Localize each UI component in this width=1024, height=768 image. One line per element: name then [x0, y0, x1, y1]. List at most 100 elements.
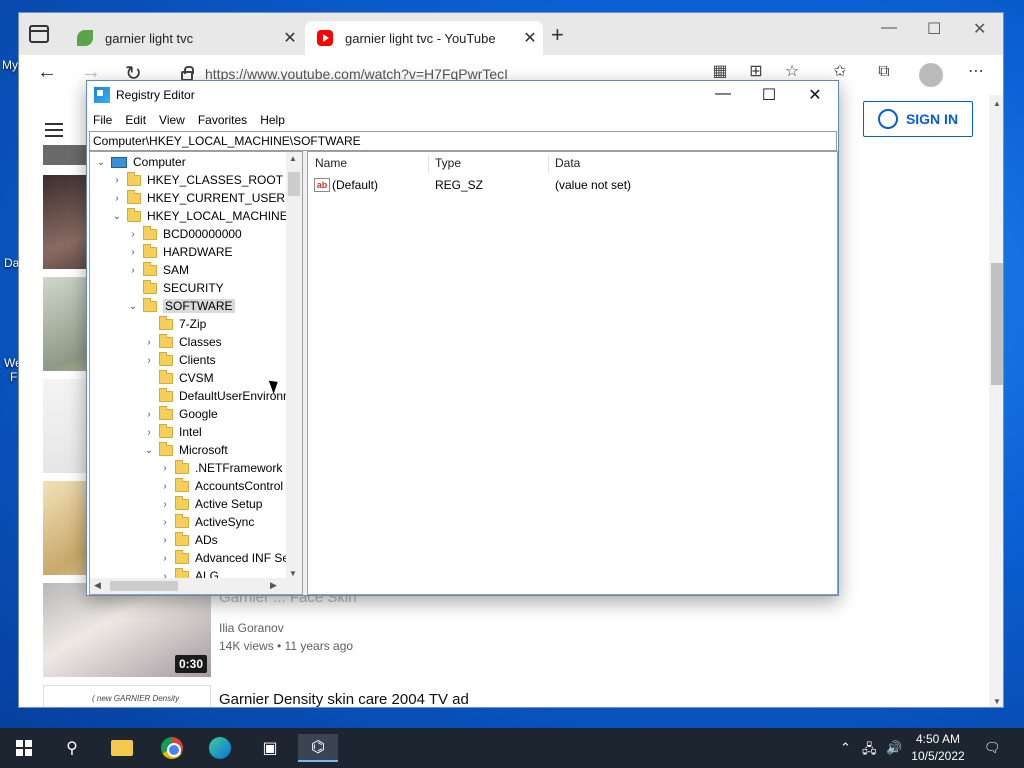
apps-icon[interactable]: ⊞: [747, 63, 765, 81]
expand-icon[interactable]: ›: [143, 409, 155, 420]
value-row[interactable]: ab (Default): [314, 178, 378, 192]
profile-avatar[interactable]: [919, 63, 943, 87]
tree-node[interactable]: DefaultUserEnvironn: [143, 387, 290, 405]
tree-node[interactable]: ⌄ Microsoft: [143, 441, 228, 459]
expand-icon[interactable]: ›: [127, 247, 139, 258]
more-options-icon[interactable]: ⋯: [967, 63, 985, 81]
maximize-icon[interactable]: ☐: [746, 85, 792, 105]
file-explorer-button[interactable]: [102, 734, 142, 762]
notifications-icon[interactable]: 🗨: [984, 740, 1001, 756]
scroll-down-icon[interactable]: ▼: [993, 697, 1001, 706]
scroll-right-icon[interactable]: ▶: [270, 580, 277, 591]
column-header-data[interactable]: Data: [555, 156, 580, 170]
expand-icon[interactable]: ›: [159, 463, 171, 474]
tree-horizontal-scrollbar[interactable]: ◀ ▶: [90, 578, 302, 594]
new-tab-icon[interactable]: +: [551, 24, 564, 46]
collections-icon[interactable]: ⧉: [875, 63, 893, 81]
tree-node[interactable]: ⌄ HKEY_LOCAL_MACHINE: [111, 207, 288, 225]
menu-favorites[interactable]: Favorites: [198, 113, 247, 127]
column-header-type[interactable]: Type: [435, 156, 461, 170]
menu-icon[interactable]: [45, 123, 63, 137]
search-icon[interactable]: ⚲: [52, 734, 92, 762]
chevron-up-icon[interactable]: ⌃: [840, 740, 851, 756]
tree-node[interactable]: › HKEY_CURRENT_USER: [111, 189, 285, 207]
desktop-icon-label[interactable]: F: [10, 370, 17, 384]
collapse-icon[interactable]: ⌄: [127, 301, 139, 312]
expand-icon[interactable]: ›: [127, 265, 139, 276]
expand-icon[interactable]: ›: [143, 427, 155, 438]
tree-node[interactable]: › Active Setup: [159, 495, 262, 513]
tree-node[interactable]: ⌄ SOFTWARE: [127, 297, 235, 315]
collapse-icon[interactable]: ⌄: [111, 211, 123, 222]
expand-icon[interactable]: ›: [143, 337, 155, 348]
column-divider[interactable]: [548, 154, 549, 174]
maximize-icon[interactable]: ☐: [927, 19, 941, 39]
tree-node[interactable]: › AccountsControl: [159, 477, 283, 495]
tree-node[interactable]: › ADs: [159, 531, 218, 549]
title-bar[interactable]: Registry Editor — ☐ ✕: [87, 81, 838, 109]
chrome-button[interactable]: [152, 734, 192, 762]
video-thumbnail[interactable]: ( new GARNIER Density: [43, 685, 211, 707]
video-channel[interactable]: Ilia Goranov: [219, 621, 284, 635]
expand-icon[interactable]: ›: [111, 193, 123, 204]
close-icon[interactable]: ✕: [973, 19, 986, 39]
expand-icon[interactable]: ›: [159, 553, 171, 564]
registry-editor-taskbar-button[interactable]: ⌬: [298, 734, 338, 762]
menu-help[interactable]: Help: [260, 113, 285, 127]
expand-icon[interactable]: ›: [111, 175, 123, 186]
tree-node[interactable]: › Intel: [143, 423, 202, 441]
tree-node[interactable]: 7-Zip: [143, 315, 206, 333]
app-button[interactable]: ▣: [250, 734, 290, 762]
tree-node[interactable]: › Clients: [143, 351, 216, 369]
qr-code-icon[interactable]: ▦: [711, 63, 729, 81]
tab-garnier-search[interactable]: garnier light tvc ✕: [65, 21, 303, 55]
scroll-left-icon[interactable]: ◀: [94, 580, 101, 591]
page-scrollbar[interactable]: [989, 95, 1003, 707]
expand-icon[interactable]: ›: [159, 517, 171, 528]
menu-file[interactable]: File: [93, 113, 112, 127]
scroll-up-icon[interactable]: ▲: [289, 154, 297, 163]
network-icon[interactable]: 🖧: [862, 740, 877, 762]
collapse-icon[interactable]: ⌄: [95, 157, 107, 168]
page-scrollbar-thumb[interactable]: [991, 263, 1003, 385]
tree-node[interactable]: › HKEY_CLASSES_ROOT: [111, 171, 283, 189]
start-button[interactable]: [4, 734, 44, 762]
sign-in-button[interactable]: SIGN IN: [863, 101, 973, 137]
expand-icon[interactable]: ›: [159, 481, 171, 492]
tree-node[interactable]: › .NETFramework: [159, 459, 282, 477]
expand-icon[interactable]: ›: [159, 535, 171, 546]
scroll-down-icon[interactable]: ▼: [289, 569, 297, 578]
collapse-icon[interactable]: ⌄: [143, 445, 155, 456]
expand-icon[interactable]: ›: [127, 229, 139, 240]
clock[interactable]: 4:50 AM 10/5/2022: [908, 731, 968, 765]
tree-node[interactable]: ⌄ Computer: [95, 153, 186, 171]
tree-node[interactable]: › ActiveSync: [159, 513, 254, 531]
edge-button[interactable]: [200, 734, 240, 762]
close-tab-icon[interactable]: ✕: [277, 28, 303, 48]
tree-node[interactable]: › Classes: [143, 333, 222, 351]
menu-view[interactable]: View: [159, 113, 185, 127]
column-divider[interactable]: [428, 154, 429, 174]
menu-edit[interactable]: Edit: [125, 113, 146, 127]
address-path[interactable]: Computer\HKEY_LOCAL_MACHINE\SOFTWARE: [89, 131, 837, 151]
scroll-up-icon[interactable]: ▲: [993, 99, 1001, 108]
scrollbar-thumb[interactable]: [288, 172, 300, 196]
tree-node[interactable]: › SAM: [127, 261, 189, 279]
column-header-name[interactable]: Name: [315, 156, 347, 170]
add-favorite-icon[interactable]: ☆: [783, 63, 801, 81]
tree-node[interactable]: › Google: [143, 405, 218, 423]
tab-youtube[interactable]: garnier light tvc - YouTube ✕: [305, 21, 543, 55]
video-thumbnail[interactable]: 0:30: [43, 583, 211, 677]
tree-node[interactable]: › Advanced INF Set: [159, 549, 292, 567]
close-icon[interactable]: ✕: [792, 85, 838, 105]
scrollbar-thumb[interactable]: [110, 581, 178, 591]
favorites-icon[interactable]: ✩: [831, 63, 849, 81]
minimize-icon[interactable]: —: [700, 85, 746, 103]
back-icon[interactable]: ←: [37, 61, 57, 84]
tab-actions-icon[interactable]: [29, 25, 49, 43]
tree-node[interactable]: CVSM: [143, 369, 214, 387]
expand-icon[interactable]: ›: [159, 499, 171, 510]
expand-icon[interactable]: ›: [143, 355, 155, 366]
desktop-icon-label[interactable]: My: [2, 58, 18, 72]
tree-node[interactable]: › HARDWARE: [127, 243, 233, 261]
